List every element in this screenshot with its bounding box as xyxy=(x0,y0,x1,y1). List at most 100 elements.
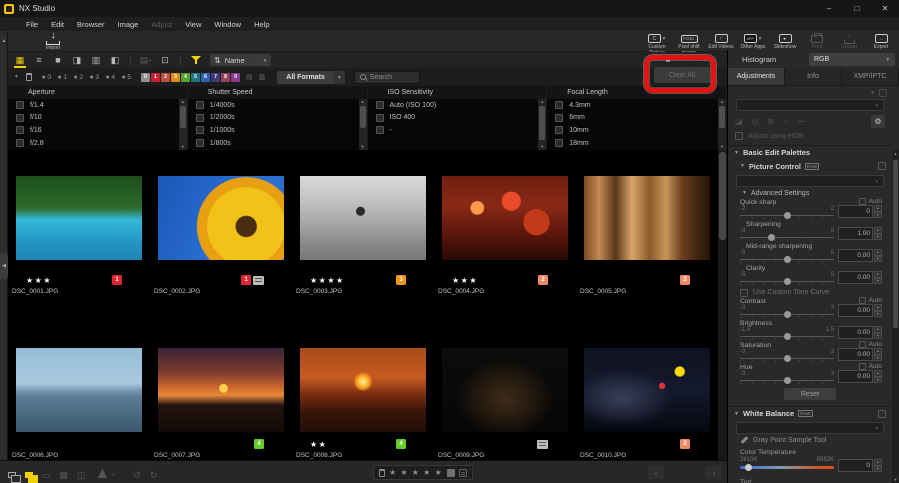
reset-button[interactable]: Reset xyxy=(784,388,836,400)
slider-value[interactable]: 0 xyxy=(838,205,873,218)
label-filter-0[interactable]: 0 xyxy=(141,73,150,82)
filter-checkbox[interactable] xyxy=(16,101,24,109)
photo-thumbnail[interactable] xyxy=(16,176,142,260)
label-filter-9[interactable]: 9 xyxy=(231,73,240,82)
label-filter-2[interactable]: 2 xyxy=(161,73,170,82)
filter-checkbox[interactable] xyxy=(376,126,384,134)
menu-file[interactable]: File xyxy=(26,20,38,29)
filter-checkbox[interactable] xyxy=(555,101,563,109)
slider-value[interactable]: 0.00 xyxy=(838,249,873,262)
slider-value[interactable]: 0.00 xyxy=(838,271,873,284)
section-basic-edit-palettes[interactable]: ▼ Basic Edit Palettes xyxy=(728,145,892,159)
slider-track[interactable] xyxy=(740,281,834,282)
trash-icon[interactable] xyxy=(379,469,385,477)
label-filter-1[interactable]: 1 xyxy=(151,73,160,82)
chevron-down-icon[interactable]: ▼ xyxy=(870,90,875,96)
menu-window[interactable]: Window xyxy=(214,20,241,29)
slider-value[interactable]: 0.00 xyxy=(838,304,873,317)
slider-handle[interactable] xyxy=(745,464,752,471)
photo-thumbnail[interactable] xyxy=(158,348,284,432)
rating-filter-5[interactable]: ★5 xyxy=(121,74,131,81)
slider-value[interactable]: 0.00 xyxy=(838,348,873,361)
slider-value[interactable]: 1.00 xyxy=(838,227,873,240)
value-spinner[interactable]: ▲▼ xyxy=(874,205,882,218)
format-filter-dropdown[interactable]: All Formats▼ xyxy=(277,71,345,84)
grid-scrollbar-thumb[interactable] xyxy=(719,152,726,240)
slider-value[interactable]: 0.00 xyxy=(838,370,873,383)
rating-filter-3[interactable]: ★3 xyxy=(89,74,99,81)
filter-options-icon[interactable]: ▼ xyxy=(14,74,19,80)
color-temperature-value[interactable]: 0 xyxy=(838,459,873,472)
filter-checkbox[interactable] xyxy=(376,114,384,122)
filter-option[interactable]: 1/800s xyxy=(188,137,359,150)
filter-checkbox[interactable] xyxy=(555,126,563,134)
rating-stars[interactable]: ★ ★ ★ ★ ★ xyxy=(389,468,443,477)
filter-checkbox[interactable] xyxy=(555,139,563,147)
show-versions-icon[interactable] xyxy=(25,465,33,483)
filter-funnel-icon[interactable] xyxy=(191,55,201,65)
filter-option[interactable]: f/2.8 xyxy=(8,137,179,150)
filter-option[interactable]: f/16 xyxy=(8,124,179,137)
list-view-icon[interactable]: ≡ xyxy=(32,54,46,66)
section-picture-control[interactable]: ▼ Picture Control RAW xyxy=(728,159,892,173)
filter-option[interactable]: ISO 400 xyxy=(368,112,539,125)
sort-order-icon[interactable]: ⇅ xyxy=(214,56,221,65)
slider-track[interactable] xyxy=(740,380,834,381)
expand-left-panel-tab[interactable]: ◀ xyxy=(0,253,8,279)
gray-point-sample-tool[interactable]: Gray Point Sample Tool xyxy=(728,434,892,446)
slider-handle[interactable] xyxy=(784,278,791,285)
filter-checkbox[interactable] xyxy=(16,126,24,134)
slider-handle[interactable] xyxy=(784,311,791,318)
filter-checkbox[interactable] xyxy=(555,114,563,122)
photo-thumbnail[interactable] xyxy=(584,176,710,260)
filter-checkbox[interactable] xyxy=(16,139,24,147)
filter-option[interactable]: 1/2000s xyxy=(188,112,359,125)
value-spinner[interactable]: ▲▼ xyxy=(874,304,882,317)
slider-handle[interactable] xyxy=(784,377,791,384)
grid-view-icon[interactable]: ▦ xyxy=(13,54,27,66)
thumbnail-size-slider[interactable]: ▪▪ xyxy=(653,55,706,64)
slideshow-button[interactable]: ▸Slideshow xyxy=(770,31,800,51)
label-gray-button[interactable] xyxy=(447,469,455,477)
filter-option[interactable]: 1/4000s xyxy=(188,99,359,112)
value-spinner[interactable]: ▲▼ xyxy=(874,271,882,284)
slider-handle[interactable] xyxy=(784,212,791,219)
slider-track[interactable] xyxy=(740,259,834,260)
column-scrollbar[interactable]: ▲▼ xyxy=(538,99,546,150)
filter-option[interactable]: f/10 xyxy=(8,112,179,125)
tab-adjustments[interactable]: Adjustments xyxy=(728,68,785,86)
panel-scrollbar-thumb[interactable] xyxy=(893,160,898,328)
photo-thumbnail[interactable] xyxy=(158,176,284,260)
slider-handle[interactable] xyxy=(784,355,791,362)
slider-handle[interactable] xyxy=(784,333,791,340)
label-filter-6[interactable]: 6 xyxy=(201,73,210,82)
settings-gear-button[interactable]: ⚙ xyxy=(871,115,885,128)
picture-control-dropdown[interactable]: ▼ xyxy=(736,175,884,187)
jpeg-filter-icon[interactable]: ▥ xyxy=(259,73,266,81)
export-button[interactable]: →Export xyxy=(866,31,896,51)
other-apps-button[interactable]: APP▼Other Apps xyxy=(738,31,768,51)
section-white-balance[interactable]: ▼ White Balance RAW xyxy=(728,406,892,420)
value-spinner[interactable]: ▲▼ xyxy=(874,326,882,339)
photo-thumbnail[interactable] xyxy=(442,348,568,432)
slider-handle[interactable] xyxy=(784,256,791,263)
filter-option[interactable]: f/1.4 xyxy=(8,99,179,112)
rating-filter-4[interactable]: ★4 xyxy=(105,74,115,81)
slider-track[interactable] xyxy=(740,215,834,216)
column-scrollbar[interactable]: ▲▼ xyxy=(179,99,187,150)
panel-scrollbar[interactable]: ▲ ▼ xyxy=(892,150,899,483)
image-viewer-icon[interactable]: ■ xyxy=(51,54,65,66)
photo-thumbnail[interactable] xyxy=(300,348,426,432)
filter-checkbox[interactable] xyxy=(196,139,204,147)
next-image-button[interactable]: › xyxy=(706,466,722,479)
maximize-button[interactable]: □ xyxy=(843,0,871,17)
slider-track[interactable] xyxy=(740,358,834,359)
menu-help[interactable]: Help xyxy=(254,20,269,29)
filter-checkbox[interactable] xyxy=(196,114,204,122)
tone-curve-checkbox[interactable] xyxy=(740,289,748,297)
value-spinner[interactable]: ▲▼ xyxy=(874,459,882,472)
filter-checkbox[interactable] xyxy=(196,101,204,109)
photo-thumbnail[interactable] xyxy=(584,348,710,432)
label-filter-7[interactable]: 7 xyxy=(211,73,220,82)
auto-checkbox[interactable] xyxy=(859,198,866,205)
